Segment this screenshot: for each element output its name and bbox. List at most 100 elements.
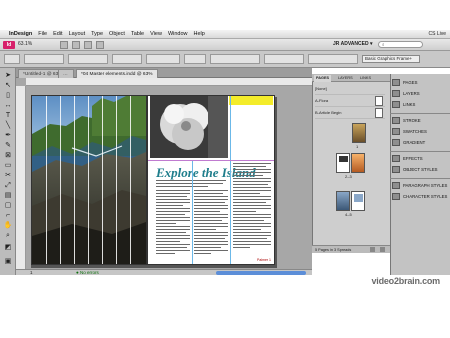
x-y-fields[interactable] [24, 54, 64, 64]
coastline-photo[interactable] [32, 96, 146, 264]
menu-type[interactable]: Type [91, 31, 103, 37]
menu-help[interactable]: Help [194, 31, 205, 37]
tab-layers[interactable]: LAYERS [336, 75, 355, 82]
search-input[interactable]: ⌕ [378, 41, 423, 48]
dock-swatches[interactable]: SWATCHES [392, 126, 448, 137]
dock-effects[interactable]: EFFECTS [392, 153, 448, 164]
page-thumbnail[interactable] [336, 153, 350, 173]
master-a-flora[interactable]: A-Flora [315, 95, 385, 107]
eyedropper-tool-icon[interactable]: ⌐ [3, 212, 13, 220]
reference-point-icon[interactable] [4, 54, 20, 64]
page-label: 1 [356, 144, 359, 149]
tab-master-elements-inactive[interactable]: … [58, 69, 74, 78]
workspace-switcher[interactable]: JR ADVANCED ▾ [333, 41, 372, 47]
master-none[interactable]: [None] [315, 83, 385, 95]
tools-panel: ➤ ↖ ▯ ↔ T ╲ ✒ ✎ ⊠ ▭ ✂ ⤢ ▤ ▢ ⌐ ✋ ⌕ ◩ ▣ [0, 68, 16, 275]
menu-window[interactable]: Window [168, 31, 188, 37]
selection-tool-icon[interactable]: ➤ [3, 72, 13, 80]
note-tool-icon[interactable]: ▢ [3, 202, 13, 210]
horizontal-ruler[interactable] [26, 78, 312, 86]
tab-links[interactable]: LINKS [358, 75, 373, 82]
fill-stroke-swatch-icon[interactable]: ◩ [3, 244, 13, 252]
width-height-fields[interactable] [68, 54, 108, 64]
dock-object-styles[interactable]: OBJECT STYLES [392, 164, 448, 175]
page-thumbnail[interactable] [352, 123, 366, 143]
menu-bar: InDesign File Edit Layout Type Object Ta… [0, 30, 450, 39]
zoom-level[interactable]: 63.1% [18, 41, 32, 47]
dock-stroke[interactable]: STROKE [392, 115, 448, 126]
menu-table[interactable]: Table [131, 31, 144, 37]
column-guide [102, 96, 103, 264]
body-column-2[interactable] [194, 190, 228, 256]
screen-mode-tool-icon[interactable]: ▣ [3, 258, 13, 266]
stroke-weight-field[interactable] [264, 54, 304, 64]
menu-app-name[interactable]: InDesign [9, 31, 32, 37]
effects-icon [392, 155, 400, 162]
dock-paragraph-styles[interactable]: PARAGRAPH STYLES [392, 180, 448, 191]
column-guide [192, 160, 193, 264]
screen-mode-icon[interactable] [84, 41, 92, 49]
new-page-icon[interactable] [370, 247, 375, 252]
rectangle-frame-tool-icon[interactable]: ⊠ [3, 152, 13, 160]
bridge-icon[interactable] [60, 41, 68, 49]
pen-tool-icon[interactable]: ✒ [3, 132, 13, 140]
dock-pages[interactable]: PAGES [392, 77, 448, 88]
rectangle-tool-icon[interactable]: ▭ [3, 162, 13, 170]
rotate-shear-fields[interactable] [146, 54, 180, 64]
body-column-3[interactable] [233, 160, 271, 250]
spread-shadow [31, 265, 277, 268]
menu-object[interactable]: Object [109, 31, 125, 37]
free-transform-tool-icon[interactable]: ⤢ [3, 182, 13, 190]
paragraph-styles-icon [392, 182, 400, 189]
page-thumbnail[interactable] [351, 153, 365, 173]
flower-photo[interactable] [150, 96, 228, 158]
column-guide [116, 96, 117, 264]
gradient-tool-icon[interactable]: ▤ [3, 192, 13, 200]
menu-edit[interactable]: Edit [53, 31, 62, 37]
body-column-1[interactable] [156, 190, 190, 256]
pencil-tool-icon[interactable]: ✎ [3, 142, 13, 150]
page-tool-icon[interactable]: ▯ [3, 92, 13, 100]
cs-live-button[interactable]: CS Live [428, 31, 446, 37]
direct-selection-tool-icon[interactable]: ↖ [3, 82, 13, 90]
swatches-icon [392, 128, 400, 135]
dock-links[interactable]: LINKS [392, 99, 448, 110]
dock-gradient[interactable]: GRADIENT [392, 137, 448, 148]
line-tool-icon[interactable]: ╲ [3, 122, 13, 130]
flip-buttons[interactable] [184, 54, 206, 64]
master-b-article-begin[interactable]: B-Article Begin [315, 107, 385, 119]
tab-master-elements[interactable]: *04 Master elements.indd @ 63% [76, 69, 158, 78]
column-guide [74, 96, 75, 264]
spread-label: 2–3 [345, 174, 352, 179]
vertical-ruler[interactable] [16, 86, 26, 269]
scissors-tool-icon[interactable]: ✂ [3, 172, 13, 180]
pages-icon [392, 79, 400, 86]
zoom-tool-icon[interactable]: ⌕ [3, 232, 13, 240]
arrange-documents-icon[interactable] [96, 41, 104, 49]
effects-controls[interactable] [308, 54, 358, 64]
character-styles-icon [392, 193, 400, 200]
intro-text[interactable] [156, 180, 230, 189]
object-styles-icon [392, 166, 400, 173]
delete-page-icon[interactable] [380, 247, 385, 252]
dock-character-styles[interactable]: CHARACTER STYLES [392, 191, 448, 202]
master-thumbnail [375, 96, 383, 106]
tab-pages[interactable]: PAGES [314, 75, 332, 82]
links-icon [392, 101, 400, 108]
scale-fields[interactable] [112, 54, 142, 64]
document-tabs: *Untitled-1 @ 63% … *04 Master elements.… [16, 68, 312, 78]
fill-stroke-controls[interactable] [210, 54, 260, 64]
control-bar: Basic Graphics Frame+ [0, 51, 450, 68]
view-options-icon[interactable] [72, 41, 80, 49]
page-thumbnail[interactable] [351, 191, 365, 211]
menu-view[interactable]: View [150, 31, 162, 37]
hand-tool-icon[interactable]: ✋ [3, 222, 13, 230]
gap-tool-icon[interactable]: ↔ [3, 102, 13, 110]
menu-file[interactable]: File [38, 31, 47, 37]
page-thumbnail[interactable] [336, 191, 350, 211]
dock-layers[interactable]: LAYERS [392, 88, 448, 99]
frame-fitting-dropdown[interactable]: Basic Graphics Frame+ [362, 55, 420, 63]
column-guide [88, 96, 89, 264]
menu-layout[interactable]: Layout [69, 31, 86, 37]
type-tool-icon[interactable]: T [3, 112, 13, 120]
